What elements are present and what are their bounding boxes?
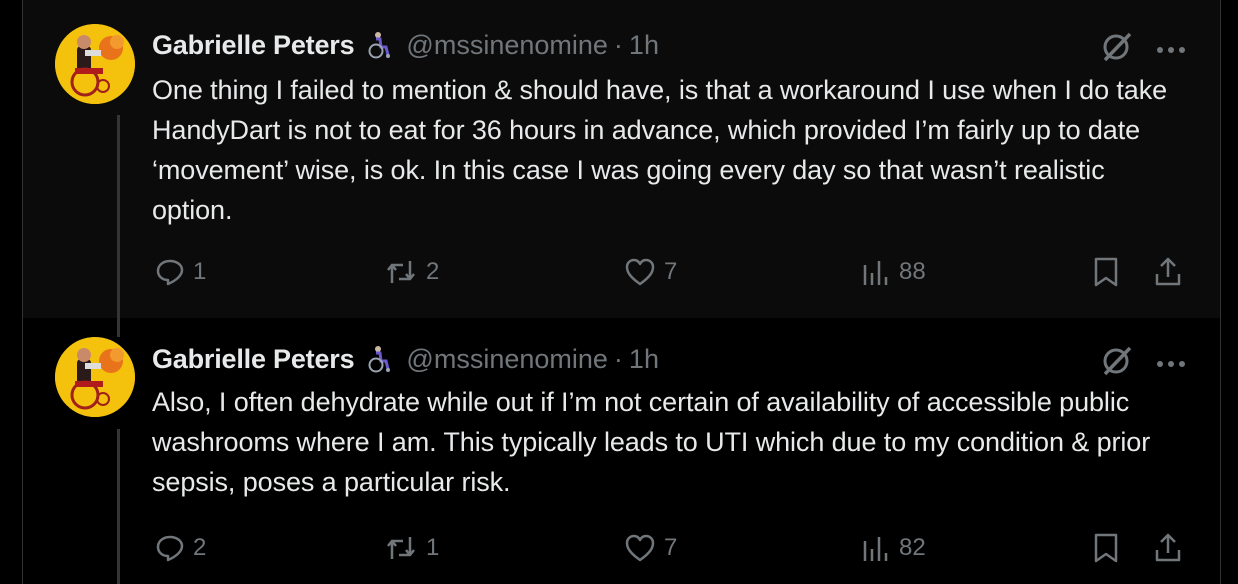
views-button[interactable]: 88	[861, 256, 926, 288]
avatar[interactable]	[55, 24, 135, 104]
views-count: 88	[899, 258, 926, 285]
wheelchair-badge-icon	[364, 30, 394, 60]
tweet-top-actions	[1100, 344, 1186, 383]
thread-line	[117, 429, 120, 584]
like-button[interactable]: 7	[624, 532, 677, 564]
repost-count: 2	[426, 258, 440, 285]
share-button[interactable]	[1153, 532, 1183, 564]
share-button[interactable]	[1153, 256, 1183, 288]
more-icon[interactable]	[1156, 355, 1186, 373]
like-count: 7	[664, 534, 678, 561]
repost-button[interactable]: 1	[384, 532, 439, 564]
author-name[interactable]: Gabrielle Peters	[152, 30, 355, 61]
wheelchair-badge-icon	[364, 344, 394, 374]
author-handle[interactable]: @mssinenomine	[406, 344, 608, 375]
repost-icon	[387, 537, 415, 559]
reply-icon	[156, 259, 184, 286]
timestamp[interactable]: 1h	[629, 30, 659, 61]
tweet-text: One thing I failed to mention & should h…	[152, 75, 1168, 225]
like-button[interactable]: 7	[624, 256, 677, 288]
grok-icon[interactable]	[1100, 344, 1134, 383]
bookmark-icon	[1094, 257, 1118, 287]
tweet-1[interactable]: Gabrielle Peters @mssinenomine · 1h One …	[23, 0, 1220, 318]
tweet-header: Gabrielle Peters @mssinenomine · 1h	[152, 27, 659, 63]
tweet-top-actions	[1100, 30, 1186, 69]
tweet-2[interactable]: Gabrielle Peters @mssinenomine · 1h Also…	[23, 318, 1220, 584]
reply-icon	[156, 535, 184, 562]
like-icon	[625, 258, 655, 286]
views-button[interactable]: 82	[861, 532, 926, 564]
separator-dot: ·	[613, 343, 623, 374]
views-icon	[863, 261, 888, 285]
repost-button[interactable]: 2	[384, 256, 439, 288]
like-icon	[625, 534, 655, 562]
bookmark-button[interactable]	[1093, 532, 1119, 564]
author-handle[interactable]: @mssinenomine	[406, 30, 608, 61]
separator-dot: ·	[613, 29, 623, 60]
share-icon	[1155, 257, 1181, 286]
grok-icon[interactable]	[1100, 30, 1134, 69]
share-icon	[1155, 533, 1181, 562]
bookmark-icon	[1094, 533, 1118, 563]
thread-line-top	[117, 318, 120, 337]
reply-count: 1	[193, 258, 207, 285]
views-count: 82	[899, 534, 926, 561]
reply-button[interactable]: 1	[155, 256, 206, 288]
column-right-border	[1220, 0, 1221, 584]
more-icon[interactable]	[1156, 41, 1186, 59]
author-name[interactable]: Gabrielle Peters	[152, 344, 355, 375]
repost-count: 1	[426, 534, 440, 561]
like-count: 7	[664, 258, 678, 285]
reply-button[interactable]: 2	[155, 532, 206, 564]
timestamp[interactable]: 1h	[629, 344, 659, 375]
reply-count: 2	[193, 534, 207, 561]
repost-icon	[387, 261, 415, 283]
avatar[interactable]	[55, 337, 135, 417]
views-icon	[863, 537, 888, 561]
bookmark-button[interactable]	[1093, 256, 1119, 288]
thread-line	[117, 115, 120, 318]
tweet-text: Also, I often dehydrate while out if I’m…	[152, 387, 1151, 497]
tweet-header: Gabrielle Peters @mssinenomine · 1h	[152, 341, 659, 377]
